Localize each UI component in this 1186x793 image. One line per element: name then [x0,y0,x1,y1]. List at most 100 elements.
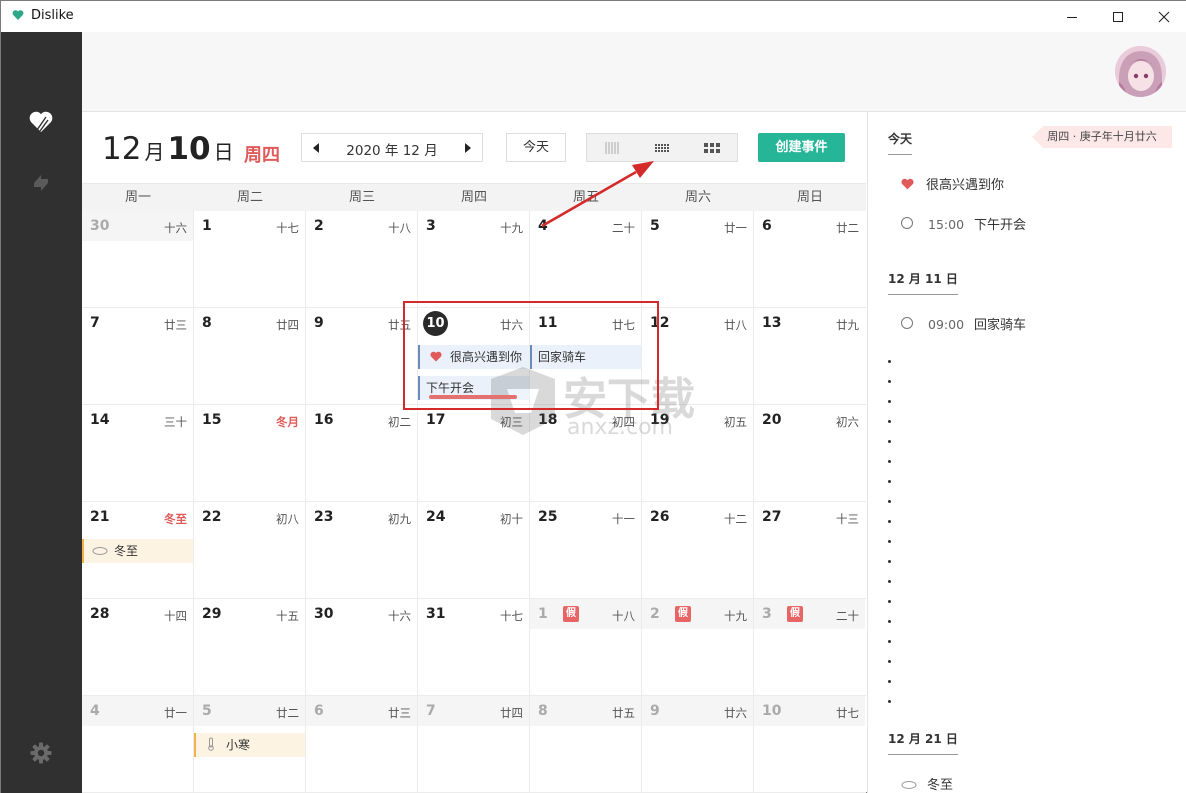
weekday-label: 周六 [684,190,711,205]
lunar-date-ribbon: 周四 · 庚子年十月廿六 [1032,126,1172,148]
day-number: 7 [90,315,100,331]
day-number: 29 [202,606,222,622]
minimize-button[interactable] [1049,1,1095,32]
day-cell[interactable]: 30 十六 [306,599,418,696]
agenda-item-title: 回家骑车 [974,318,1027,333]
day-number: 30 [314,606,334,622]
lunar-date: 十八 [388,221,411,235]
day-cell[interactable]: 6 廿二 [754,211,866,308]
day-cell[interactable]: 27 十三 [754,502,866,599]
day-cell[interactable]: 3 十九 [418,211,530,308]
day-cell[interactable]: 2 假 十九 [642,599,754,696]
day-cell[interactable]: 9 廿五 [306,308,418,405]
heart-icon [901,178,914,190]
day-cell-header: 29 十五 [194,599,305,629]
day-cell[interactable]: 8 廿四 [194,308,306,405]
day-cell[interactable]: 8 廿五 [530,696,642,793]
day-cell[interactable]: 13 廿九 [754,308,866,405]
event-winter-solstice[interactable]: 冬至 [82,539,193,563]
agenda-item[interactable]: 很高兴遇到你 [901,174,1004,193]
user-avatar[interactable] [1115,46,1166,97]
sidebar-calendar-button[interactable] [27,108,55,136]
lunar-date: 十七 [276,221,299,235]
day-cell[interactable]: 16 初二 [306,405,418,502]
day-cell-header: 25 十一 [530,502,641,532]
day-cell-header: 26 十二 [642,502,753,532]
day-cell[interactable]: 9 廿六 [642,696,754,793]
lunar-date: 廿四 [276,318,299,332]
day-cell[interactable]: 5 廿一 [642,211,754,308]
day-cell[interactable]: 6 廿三 [306,696,418,793]
agenda-item[interactable]: 15:00 下午开会 [901,214,1026,233]
day-number: 6 [314,703,324,719]
day-cell[interactable]: 3 假 二十 [754,599,866,696]
day-cell[interactable]: 23 初九 [306,502,418,599]
ellipsis-dot [888,540,891,543]
day-cell[interactable]: 2 十八 [306,211,418,308]
day-number: 8 [538,703,548,719]
lunar-date: 十七 [500,609,523,623]
day-cell[interactable]: 22 初八 [194,502,306,599]
day-cell[interactable]: 31 十七 [418,599,530,696]
day-cell[interactable]: 4 廿一 [82,696,194,793]
day-cell[interactable]: 1 假 十八 [530,599,642,696]
day-cell[interactable]: 28 十四 [82,599,194,696]
maximize-button[interactable] [1095,1,1141,32]
day-number: 31 [426,606,446,622]
day-cell[interactable]: 30 十六 [82,211,194,308]
view-month-button[interactable] [637,134,687,161]
day-number: 27 [762,509,782,525]
day-cell[interactable]: 20 初六 [754,405,866,502]
day-cell[interactable]: 25 十一 [530,502,642,599]
month-unit: 月 [144,140,165,164]
watermark-subtext: anxz.com [567,415,673,440]
today-button[interactable]: 今天 [506,133,566,162]
day-number: 20 [762,412,782,428]
day-cell[interactable]: 10 廿七 [754,696,866,793]
prev-month-button[interactable] [302,134,330,161]
day-cell[interactable]: 7 廿三 [82,308,194,405]
day-cell-header: 6 廿二 [754,211,865,241]
day-cell[interactable]: 26 十二 [642,502,754,599]
day-cell[interactable]: 15 冬月 [194,405,306,502]
ellipsis-dot [888,640,891,643]
sidebar-settings-button[interactable] [27,739,55,767]
event-xiaohan[interactable]: 小寒 [194,733,305,757]
day-number: 9 [650,703,660,719]
avatar-image-icon [1115,46,1166,97]
day-cell-header: 5 廿一 [642,211,753,241]
day-number: 30 [90,218,110,234]
agenda-item-time: 09:00 [928,317,965,332]
day-cell[interactable]: 4 二十 [530,211,642,308]
day-cell[interactable]: 29 十五 [194,599,306,696]
day-cell[interactable]: 24 初十 [418,502,530,599]
sidebar-sync-button[interactable] [27,168,55,196]
day-number: 16 [314,412,334,428]
day-cell-header: 15 冬月 [194,405,305,435]
day-cell[interactable]: 1 十七 [194,211,306,308]
ellipsis-dot [888,700,891,703]
lunar-date: 廿七 [836,706,859,720]
agenda-item[interactable]: 09:00 回家骑车 [901,314,1026,333]
agenda-item-title: 冬至 [927,778,954,793]
day-cell[interactable]: 7 廿四 [418,696,530,793]
next-month-button[interactable] [454,134,482,161]
day-cell-header: 16 初二 [306,405,417,435]
view-week-button[interactable] [587,134,637,161]
weekday-label: 周一 [124,190,151,205]
lunar-date: 廿二 [836,221,859,235]
lunar-date: 十一 [612,512,635,526]
close-button[interactable] [1141,1,1186,32]
gear-icon [30,742,52,764]
lunar-date: 二十 [836,609,859,623]
day-cell-header: 2 十八 [306,211,417,241]
view-year-button[interactable] [687,134,737,161]
agenda-item[interactable]: 冬至 [901,774,953,793]
day-cell[interactable]: 14 三十 [82,405,194,502]
current-month-number: 12 [102,131,142,167]
create-event-button[interactable]: 创建事件 [758,133,845,162]
view-blocks-icon [704,142,720,153]
day-number: 17 [426,412,446,428]
lunar-date: 廿一 [724,221,747,235]
day-cell-header: 22 初八 [194,502,305,532]
